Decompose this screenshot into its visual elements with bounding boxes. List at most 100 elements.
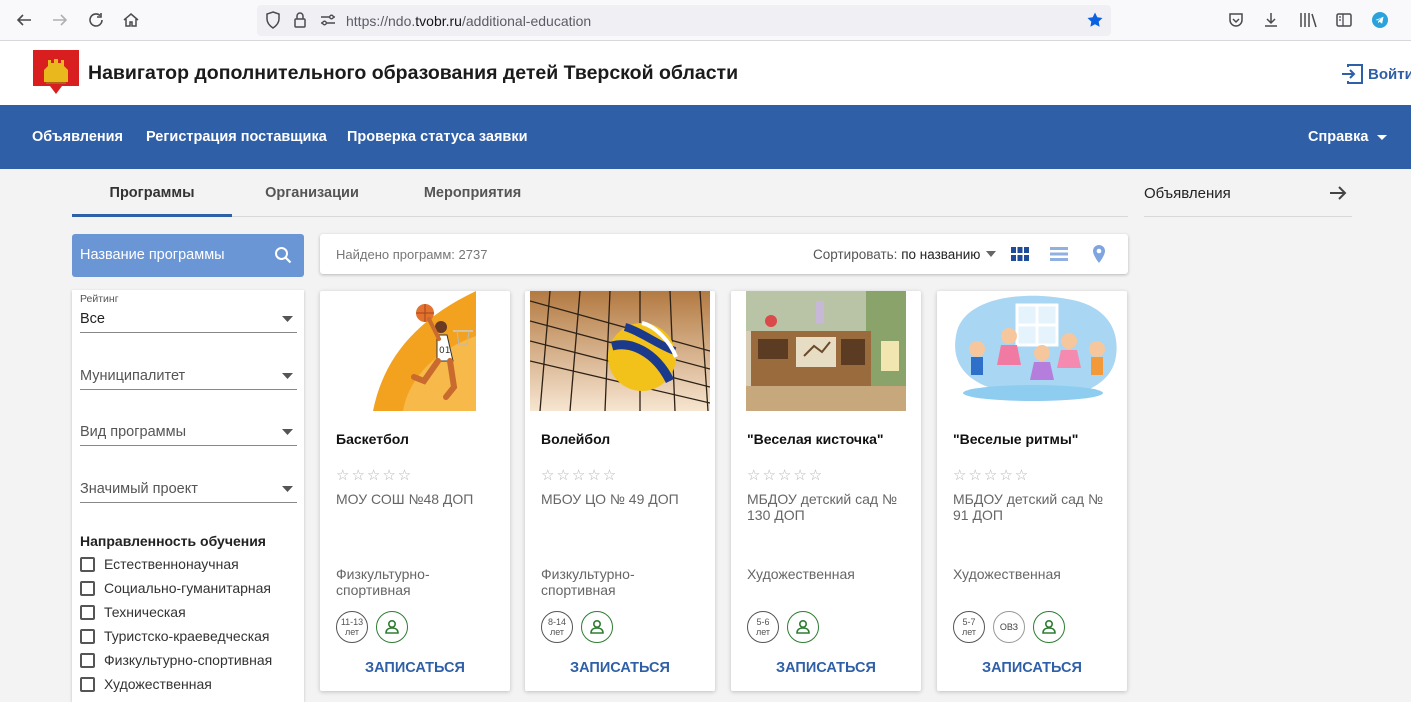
card-direction: Физкультурно-спортивная (541, 566, 635, 598)
card-organization: МБДОУ детский сад № 130 ДОП (747, 491, 897, 523)
caret-down-icon (282, 486, 293, 492)
rating-value: Все (80, 311, 105, 327)
library-icon[interactable] (1298, 10, 1318, 30)
found-count: Найдено программ: 2737 (336, 247, 488, 262)
announcements-title[interactable]: Объявления (1144, 185, 1231, 202)
forward-icon[interactable] (50, 10, 70, 30)
municipality-label: Муниципалитет (80, 368, 186, 384)
age-range: 5-7 (962, 617, 976, 627)
card-title[interactable]: Баскетбол (336, 431, 506, 447)
direction-checkbox-technical[interactable]: Техническая (80, 602, 186, 622)
announcements-divider (1144, 216, 1352, 217)
card-direction: Художественная (953, 566, 1061, 582)
direction-heading: Направленность обучения (80, 533, 266, 549)
caret-down-icon (282, 316, 293, 322)
checkbox-label: Туристско-краеведческая (104, 628, 270, 644)
program-type-select[interactable]: Вид программы (80, 416, 297, 446)
direction-checkbox-art[interactable]: Художественная (80, 674, 212, 694)
grid-view-icon[interactable] (1010, 244, 1030, 264)
direction-checkbox-sport[interactable]: Физкультурно-спортивная (80, 650, 272, 670)
caret-down-icon[interactable] (986, 251, 996, 257)
program-card[interactable]: 01 Баскетбол ☆☆☆☆☆ МОУ СОШ №48 ДОП Физку… (320, 291, 510, 691)
nav-application-status[interactable]: Проверка статуса заявки (347, 129, 528, 145)
person-icon (1033, 611, 1065, 643)
project-select[interactable]: Значимый проект (80, 473, 297, 503)
enroll-button[interactable]: ЗАПИСАТЬСЯ (525, 660, 715, 676)
program-card[interactable]: Волейбол ☆☆☆☆☆ МБОУ ЦО № 49 ДОП Физкульт… (525, 291, 715, 691)
program-card[interactable]: "Веселая кисточка" ☆☆☆☆☆ МБДОУ детский с… (731, 291, 921, 691)
results-toolbar: Найдено программ: 2737 Сортировать: по н… (320, 234, 1128, 274)
card-organization: МБОУ ЦО № 49 ДОП (541, 491, 679, 507)
permissions-icon[interactable] (318, 10, 338, 30)
age-range: 8-14 (547, 617, 566, 627)
program-search-input[interactable]: Название программы (72, 234, 304, 277)
card-title[interactable]: "Веселая кисточка" (747, 431, 917, 447)
back-icon[interactable] (14, 10, 34, 30)
lock-icon[interactable] (290, 10, 310, 30)
municipality-select[interactable]: Муниципалитет (80, 360, 297, 390)
enroll-button[interactable]: ЗАПИСАТЬСЯ (937, 660, 1127, 676)
checkbox-label: Социально-гуманитарная (104, 580, 272, 596)
checkbox[interactable] (80, 676, 95, 692)
checkbox[interactable] (80, 604, 95, 620)
checkbox[interactable] (80, 628, 95, 644)
tab-events[interactable]: Мероприятия (400, 185, 545, 201)
coat-of-arms-logo[interactable] (32, 48, 80, 96)
enroll-button[interactable]: ЗАПИСАТЬСЯ (320, 660, 510, 676)
nav-help-dropdown[interactable]: Справка (1308, 129, 1388, 145)
nav-provider-registration[interactable]: Регистрация поставщика (146, 129, 327, 145)
card-title[interactable]: Волейбол (541, 431, 711, 447)
login-icon (1342, 64, 1363, 84)
shield-icon[interactable] (263, 10, 283, 30)
sort-label: Сортировать: (813, 247, 898, 262)
age-badge: 8-14 лет (541, 611, 573, 643)
program-card[interactable]: "Веселые ритмы" ☆☆☆☆☆ МБДОУ детский сад … (937, 291, 1127, 691)
map-pin-icon[interactable] (1091, 244, 1107, 264)
tab-programs[interactable]: Программы (72, 185, 232, 201)
sort-dropdown[interactable]: Сортировать: по названию (813, 247, 980, 262)
caret-down-icon (282, 373, 293, 379)
program-type-label: Вид программы (80, 424, 187, 440)
card-direction: Физкультурно-спортивная (336, 566, 430, 598)
pocket-icon[interactable] (1226, 10, 1246, 30)
age-range: 11-13 (340, 617, 364, 627)
login-button[interactable]: Войти (1340, 64, 1411, 84)
main-navigation: Объявления Регистрация поставщика Провер… (0, 105, 1411, 169)
card-title[interactable]: "Веселые ритмы" (953, 431, 1123, 447)
age-unit: лет (344, 627, 360, 637)
caret-down-icon (282, 429, 293, 435)
checkbox-label: Техническая (104, 604, 186, 620)
enroll-button[interactable]: ЗАПИСАТЬСЯ (731, 660, 921, 676)
age-range: 5-6 (756, 617, 770, 627)
rating-select[interactable]: Все (80, 303, 297, 333)
checkbox[interactable] (80, 556, 95, 572)
url-bar[interactable]: https://ndo.tvobr.ru/additional-educatio… (257, 5, 1111, 36)
direction-checkbox-social[interactable]: Социально-гуманитарная (80, 578, 271, 598)
list-view-icon[interactable] (1049, 244, 1069, 264)
arrow-right-icon[interactable] (1328, 183, 1348, 208)
basketball-image: 01 (353, 291, 476, 411)
direction-checkbox-tourism[interactable]: Туристско-краеведческая (80, 626, 270, 646)
nav-announcements[interactable]: Объявления (32, 129, 123, 145)
age-badge: 5-7 лет (953, 611, 985, 643)
telegram-icon[interactable] (1370, 10, 1390, 30)
sidebar-icon[interactable] (1334, 10, 1354, 30)
search-placeholder: Название программы (80, 247, 225, 263)
bookmark-star-icon[interactable] (1085, 10, 1105, 30)
downloads-icon[interactable] (1261, 10, 1281, 30)
site-header: Навигатор дополнительного образования де… (0, 41, 1411, 105)
browser-toolbar: https://ndo.tvobr.ru/additional-educatio… (0, 0, 1411, 41)
active-tab-indicator (72, 214, 232, 217)
site-title: Навигатор дополнительного образования де… (88, 62, 739, 84)
rating-stars: ☆☆☆☆☆ (953, 467, 1031, 484)
direction-checkbox-science[interactable]: Естественнонаучная (80, 554, 239, 574)
home-icon[interactable] (121, 10, 141, 30)
card-organization: МБДОУ детский сад № 91 ДОП (953, 491, 1103, 523)
reload-icon[interactable] (86, 10, 106, 30)
checkbox-label: Художественная (104, 676, 212, 692)
person-icon (581, 611, 613, 643)
tab-organizations[interactable]: Организации (242, 185, 382, 201)
checkbox[interactable] (80, 580, 95, 596)
checkbox[interactable] (80, 652, 95, 668)
search-icon[interactable] (274, 246, 292, 264)
